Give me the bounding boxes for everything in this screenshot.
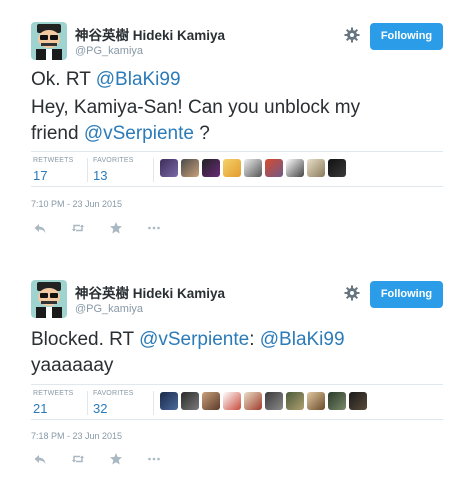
favoriter-avatar[interactable] xyxy=(181,159,199,177)
favoriter-avatar[interactable] xyxy=(328,392,346,410)
favorites-count[interactable]: 13 xyxy=(93,168,134,183)
retweets-stat[interactable]: RETWEETS 21 xyxy=(33,390,74,416)
following-button[interactable]: Following xyxy=(370,23,443,50)
favoriter-avatar[interactable] xyxy=(223,159,241,177)
favoriter-avatar[interactable] xyxy=(286,159,304,177)
stats-divider xyxy=(87,391,88,415)
favoriter-avatar[interactable] xyxy=(328,159,346,177)
reply-icon[interactable] xyxy=(33,221,47,235)
retweets-count[interactable]: 21 xyxy=(33,401,74,416)
retweets-count[interactable]: 17 xyxy=(33,168,74,183)
tweet-text-line: friend @vSerpiente ? xyxy=(31,122,210,146)
mention-link[interactable]: @BlaKi99 xyxy=(96,69,181,90)
tweet-text-line: Hey, Kamiya-San! Can you unblock my xyxy=(31,96,360,120)
retweets-label: RETWEETS xyxy=(33,390,74,397)
favorites-count[interactable]: 32 xyxy=(93,401,134,416)
retweets-label: RETWEETS xyxy=(33,157,74,164)
tweet-text-line: Blocked. RT @vSerpiente: @BlaKi99 xyxy=(31,328,345,352)
favoriter-avatar[interactable] xyxy=(202,392,220,410)
favorites-label: FAVORITES xyxy=(93,157,134,164)
mention-link[interactable]: @BlaKi99 xyxy=(260,329,345,350)
favoriter-avatar[interactable] xyxy=(223,392,241,410)
gear-icon[interactable] xyxy=(344,285,360,301)
favorites-stat[interactable]: FAVORITES 32 xyxy=(93,390,134,416)
tweet-actions xyxy=(31,221,181,235)
tweet-text: ? xyxy=(193,123,210,144)
favorites-stat[interactable]: FAVORITES 13 xyxy=(93,157,134,183)
stats-divider xyxy=(153,158,154,182)
author-handle[interactable]: @PG_kamiya xyxy=(75,45,143,57)
retweet-icon[interactable] xyxy=(71,452,85,466)
tweet-text: friend xyxy=(31,123,84,144)
favoriter-avatar[interactable] xyxy=(265,159,283,177)
gear-icon[interactable] xyxy=(344,27,360,43)
favoriter-avatar[interactable] xyxy=(349,392,367,410)
tweet-text-line: yaaaaaay xyxy=(31,354,113,378)
favoriter-avatar[interactable] xyxy=(307,392,325,410)
author-name[interactable]: 神谷英樹 Hideki Kamiya xyxy=(75,24,225,44)
favoriter-avatar[interactable] xyxy=(160,392,178,410)
stats-divider xyxy=(153,391,154,415)
avatar[interactable] xyxy=(31,280,67,318)
retweet-icon[interactable] xyxy=(71,221,85,235)
following-button[interactable]: Following xyxy=(370,281,443,308)
tweet-text: : xyxy=(249,329,260,350)
favorite-icon[interactable] xyxy=(109,452,123,466)
favoriter-avatars xyxy=(160,392,367,412)
favorites-label: FAVORITES xyxy=(93,390,134,397)
tweet-text: Blocked. RT xyxy=(31,329,140,350)
mention-link[interactable]: @vSerpiente xyxy=(84,123,194,144)
more-icon[interactable] xyxy=(147,452,161,466)
more-icon[interactable] xyxy=(147,221,161,235)
retweets-stat[interactable]: RETWEETS 17 xyxy=(33,157,74,183)
favoriter-avatar[interactable] xyxy=(307,159,325,177)
reply-icon[interactable] xyxy=(33,452,47,466)
tweet-text-line: Ok. RT @BlaKi99 xyxy=(31,68,181,92)
favoriter-avatar[interactable] xyxy=(244,392,262,410)
tweet-text: yaaaaaay xyxy=(31,355,114,376)
tweet-text: Ok. RT xyxy=(31,69,96,90)
tweet-actions xyxy=(31,452,181,466)
favoriter-avatar[interactable] xyxy=(265,392,283,410)
author-handle[interactable]: @PG_kamiya xyxy=(75,303,143,315)
author-name[interactable]: 神谷英樹 Hideki Kamiya xyxy=(75,282,225,302)
favorite-icon[interactable] xyxy=(109,221,123,235)
tweet-timestamp[interactable]: 7:10 PM - 23 Jun 2015 xyxy=(31,199,122,209)
favoriter-avatar[interactable] xyxy=(286,392,304,410)
favoriter-avatar[interactable] xyxy=(181,392,199,410)
favoriter-avatar[interactable] xyxy=(202,159,220,177)
favoriter-avatar[interactable] xyxy=(244,159,262,177)
avatar[interactable] xyxy=(31,22,67,60)
favoriter-avatars xyxy=(160,159,346,179)
tweet-text: Hey, Kamiya-San! Can you unblock my xyxy=(31,97,361,118)
tweet-stats: RETWEETS 21 FAVORITES 32 xyxy=(31,384,443,420)
tweet-timestamp[interactable]: 7:18 PM - 23 Jun 2015 xyxy=(31,431,122,441)
tweet-stats: RETWEETS 17 FAVORITES 13 xyxy=(31,151,443,187)
stats-divider xyxy=(87,158,88,182)
mention-link[interactable]: @vSerpiente xyxy=(139,329,249,350)
favoriter-avatar[interactable] xyxy=(160,159,178,177)
